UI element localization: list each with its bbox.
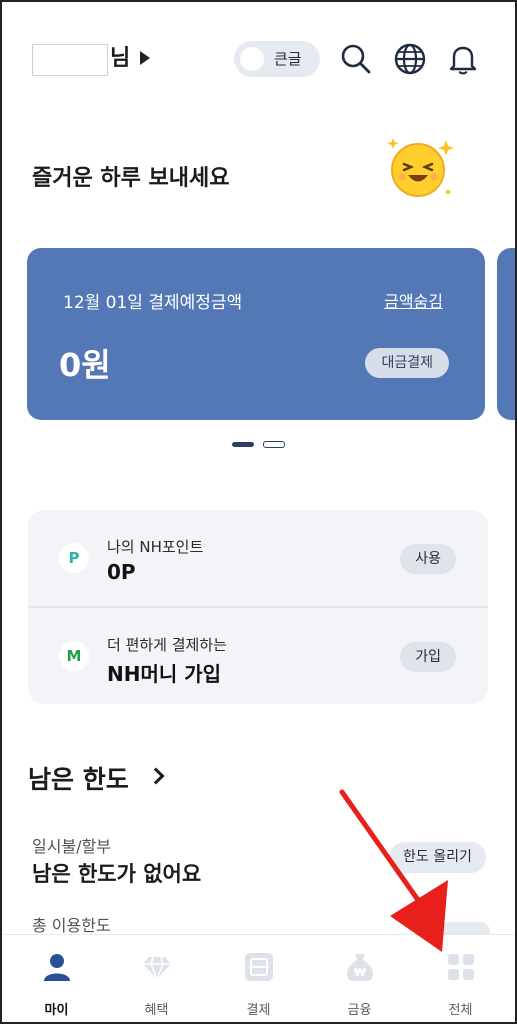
search-icon[interactable]	[337, 40, 375, 78]
nav-item-payment[interactable]: 결제	[207, 935, 310, 1025]
chevron-right-icon[interactable]	[147, 767, 165, 785]
toggle-knob	[240, 47, 264, 71]
remaining-limit-title[interactable]: 남은 한도	[28, 760, 129, 796]
user-name-suffix[interactable]: 님	[110, 44, 130, 74]
carousel-indicator-active	[232, 442, 254, 447]
large-font-toggle[interactable]: 큰글	[234, 41, 320, 77]
nav-item-my[interactable]: 마이	[5, 935, 108, 1025]
payment-amount: 0원	[59, 346, 111, 384]
nh-point-value: 0P	[107, 560, 136, 584]
payment-date-label: 12월 01일 결제예정금액	[63, 293, 243, 313]
point-badge-icon: P	[59, 543, 89, 573]
nav-item-benefits[interactable]: 혜택	[105, 935, 208, 1025]
scan-icon	[245, 953, 273, 981]
greeting-text: 즐거운 하루 보내세요	[32, 166, 230, 191]
nav-label-all: 전체	[448, 1003, 473, 1018]
hide-amount-link[interactable]: 금액숨김	[384, 288, 443, 312]
nav-label-finance: 금융	[347, 1003, 372, 1018]
caret-right-icon[interactable]	[140, 51, 150, 65]
points-panel: P 나의 NH포인트 0P 사용 M 더 편하게 결제하는 NH머니 가입 가입	[28, 510, 488, 704]
payment-card[interactable]: 12월 01일 결제예정금액 금액숨김 0원 대금결제	[27, 248, 485, 420]
red-arrow-annotation	[339, 789, 448, 952]
diamond-icon	[143, 956, 171, 982]
pay-bill-button[interactable]: 대금결제	[365, 348, 449, 378]
laughing-face-icon	[380, 130, 460, 210]
money-badge-icon: M	[59, 641, 89, 671]
total-limit-label: 총 이용한도	[32, 916, 111, 935]
nav-label-benefits: 혜택	[144, 1003, 169, 1018]
next-card-peek[interactable]	[497, 248, 517, 420]
user-name-box[interactable]	[32, 44, 108, 76]
nh-money-value: NH머니 가입	[107, 662, 222, 686]
svg-text:₩: ₩	[354, 966, 366, 979]
globe-icon[interactable]	[391, 40, 429, 78]
person-icon	[44, 954, 70, 981]
nav-label-my: 마이	[44, 1003, 69, 1018]
installment-message: 남은 한도가 없어요	[32, 862, 202, 886]
installment-label: 일시불/할부	[32, 837, 111, 856]
nav-label-payment: 결제	[246, 1003, 271, 1018]
carousel-indicator	[263, 441, 285, 448]
toggle-label: 큰글	[274, 50, 302, 68]
bell-icon[interactable]	[444, 40, 482, 78]
nh-money-title: 더 편하게 결제하는	[107, 636, 227, 654]
nh-money-row[interactable]: M 더 편하게 결제하는 NH머니 가입 가입	[28, 608, 488, 704]
use-points-button[interactable]: 사용	[400, 544, 456, 574]
join-nh-money-button[interactable]: 가입	[400, 642, 456, 672]
nh-point-title: 나의 NH포인트	[107, 538, 204, 556]
nh-point-row[interactable]: P 나의 NH포인트 0P 사용	[28, 510, 488, 606]
